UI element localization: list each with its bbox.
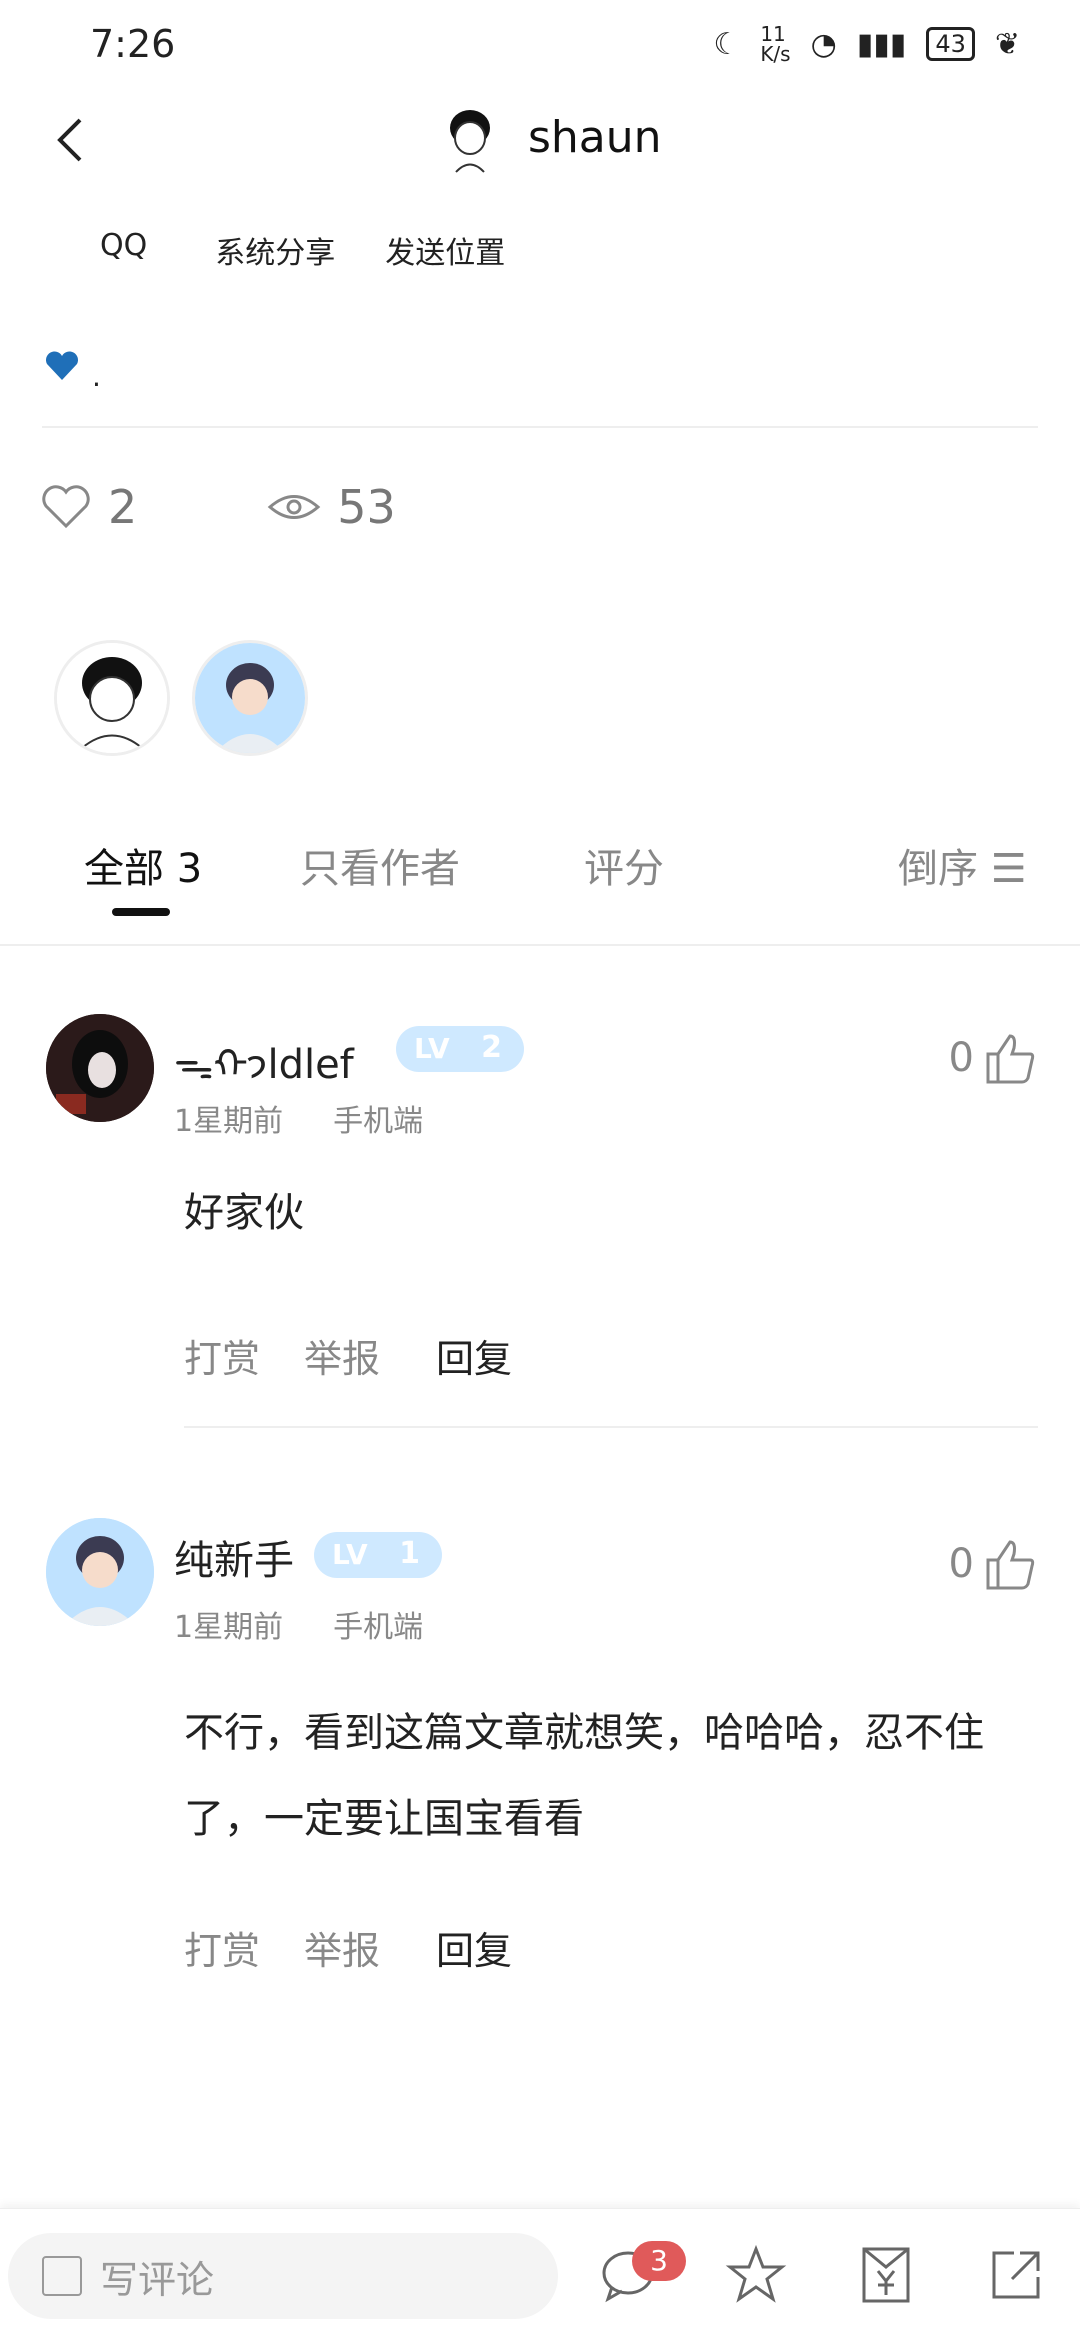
comment-body: 好家伙 [184, 1190, 304, 1236]
share-icon[interactable] [984, 2243, 1048, 2307]
star-icon[interactable] [724, 2243, 788, 2307]
comment-body: 不行，看到这篇文章就想笑，哈哈哈，忍不住了，一定要让国宝看看 [184, 1710, 984, 1842]
comment-tabs: 全部 3 只看作者 评分 倒序 ☰ [0, 836, 1080, 916]
battery-indicator: 43 [926, 27, 975, 61]
comment-like-count: 0 [948, 1541, 974, 1587]
comment-count-badge: 3 [632, 2241, 686, 2281]
sort-icon: ☰ [990, 846, 1027, 892]
status-icons: ☾ 11 K/s ◔ ▮▮▮ 43 ❦ [713, 24, 1020, 64]
divider [42, 426, 1038, 428]
avatar [450, 110, 490, 173]
comment-author[interactable]: 纯新手 [174, 1528, 294, 1586]
comment-like-count: 0 [948, 1035, 974, 1081]
report-button[interactable]: 举报 [304, 1328, 380, 1383]
signal-icon: ▮▮▮ [856, 26, 907, 62]
view-stat: 53 [267, 480, 396, 534]
comment-actions: 打赏 举报 回复 [184, 1328, 512, 1383]
avatar[interactable] [46, 1014, 154, 1122]
view-count: 53 [337, 480, 396, 534]
like-count: 2 [108, 480, 138, 534]
heart-outline-icon [42, 485, 90, 529]
comment-like-button[interactable]: 0 [949, 1536, 1038, 1592]
like-stat[interactable]: 2 [40, 480, 137, 534]
divider [0, 944, 1080, 946]
thumbs-up-icon [986, 1540, 1035, 1590]
tab-rating[interactable]: 评分 [584, 836, 664, 894]
comment-device: 手机端 [333, 1104, 424, 1139]
reply-button[interactable]: 回复 [436, 1328, 512, 1383]
level-number: 1 [399, 1536, 420, 1571]
liker-avatars [54, 640, 308, 756]
tab-all[interactable]: 全部 3 [84, 836, 202, 894]
comment-device: 手机端 [333, 1610, 424, 1645]
comment-like-button[interactable]: 0 [949, 1030, 1038, 1086]
comment-meta: 1星期前 手机端 [174, 1096, 423, 1140]
header-avatar[interactable] [438, 102, 502, 178]
report-button[interactable]: 举报 [304, 1920, 380, 1975]
comment-actions: 打赏 举报 回复 [184, 1920, 512, 1975]
reward-button[interactable]: 打赏 [184, 1920, 260, 1975]
sort-toggle[interactable]: 倒序 ☰ [898, 836, 1027, 894]
reward-icon[interactable] [854, 2243, 918, 2307]
reply-button[interactable]: 回复 [436, 1920, 512, 1975]
level-label: LV [414, 1032, 450, 1065]
comment-time: 1星期前 [174, 1104, 284, 1139]
level-badge: LV 1 [314, 1532, 442, 1578]
comment-input[interactable]: 写评论 [8, 2233, 558, 2319]
moon-icon: ☾ [713, 26, 741, 62]
sort-label: 倒序 [898, 846, 978, 892]
liker-avatar[interactable] [192, 640, 308, 756]
network-speed: 11 K/s [760, 22, 791, 66]
status-time: 7:26 [90, 22, 176, 66]
comment-meta: 1星期前 手机端 [174, 1602, 423, 1646]
level-number: 2 [481, 1030, 502, 1065]
send-location[interactable]: 发送位置 [385, 228, 505, 272]
avatar[interactable] [46, 1518, 154, 1626]
liker-avatar[interactable] [54, 640, 170, 756]
header-title: shaun [528, 112, 662, 163]
share-system[interactable]: 系统分享 [215, 228, 335, 272]
post-text: . [92, 360, 101, 393]
thumbs-up-icon [986, 1034, 1035, 1084]
tab-active-indicator [112, 908, 170, 916]
comment-author[interactable]: ᯓᡣ𐭩ldlef [174, 1020, 354, 1093]
blue-heart-icon [44, 350, 80, 386]
edit-icon [42, 2256, 82, 2296]
back-button[interactable] [50, 110, 90, 170]
wifi-icon: ◔ [810, 26, 837, 62]
status-bar: 7:26 ☾ 11 K/s ◔ ▮▮▮ 43 ❦ [0, 18, 1080, 78]
eye-icon [268, 495, 321, 519]
level-badge: LV 2 [396, 1026, 524, 1072]
chevron-left-icon [57, 118, 82, 162]
tab-author-only[interactable]: 只看作者 [300, 836, 460, 894]
comment-time: 1星期前 [174, 1610, 284, 1645]
level-label: LV [332, 1538, 368, 1571]
reward-button[interactable]: 打赏 [184, 1328, 260, 1383]
post-stats: 2 53 [40, 480, 526, 534]
leaf-icon: ❦ [994, 26, 1020, 62]
share-actions: QQ 系统分享 发送位置 [100, 228, 505, 272]
comment-placeholder: 写评论 [100, 2257, 215, 2302]
share-qq[interactable]: QQ [100, 228, 147, 272]
bottom-bar: 写评论 3 [0, 2208, 1080, 2341]
divider [184, 1426, 1038, 1428]
